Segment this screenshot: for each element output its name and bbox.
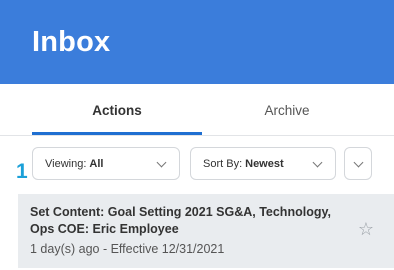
inbox-item[interactable]: Set Content: Goal Setting 2021 SG&A, Tec… <box>18 194 394 268</box>
inbox-item-meta: 1 day(s) ago - Effective 12/31/2021 <box>30 242 225 256</box>
inbox-header: Inbox <box>0 0 394 84</box>
inbox-tabs: Actions Archive <box>0 84 394 136</box>
tab-actions[interactable]: Actions <box>32 84 202 136</box>
viewing-value: All <box>89 157 104 170</box>
tab-archive[interactable]: Archive <box>202 84 372 136</box>
star-outline-icon[interactable]: ☆ <box>355 218 377 240</box>
sort-dropdown[interactable]: Sort By: Newest <box>190 147 336 180</box>
chevron-down-icon <box>156 157 167 168</box>
filter-bar: 1 Viewing: All Sort By: Newest <box>0 136 394 194</box>
inbox-item-title: Set Content: Goal Setting 2021 SG&A, Tec… <box>30 205 331 236</box>
chevron-down-icon <box>353 157 364 168</box>
page-title: Inbox <box>32 26 111 58</box>
expand-filters-button[interactable] <box>344 147 372 180</box>
viewing-label: Viewing: <box>45 157 87 170</box>
sort-value: Newest <box>245 157 284 170</box>
sort-label: Sort By: <box>203 157 243 170</box>
chevron-down-icon <box>312 157 323 168</box>
viewing-dropdown[interactable]: Viewing: All <box>32 147 180 180</box>
step-number-annotation: 1 <box>16 160 28 183</box>
